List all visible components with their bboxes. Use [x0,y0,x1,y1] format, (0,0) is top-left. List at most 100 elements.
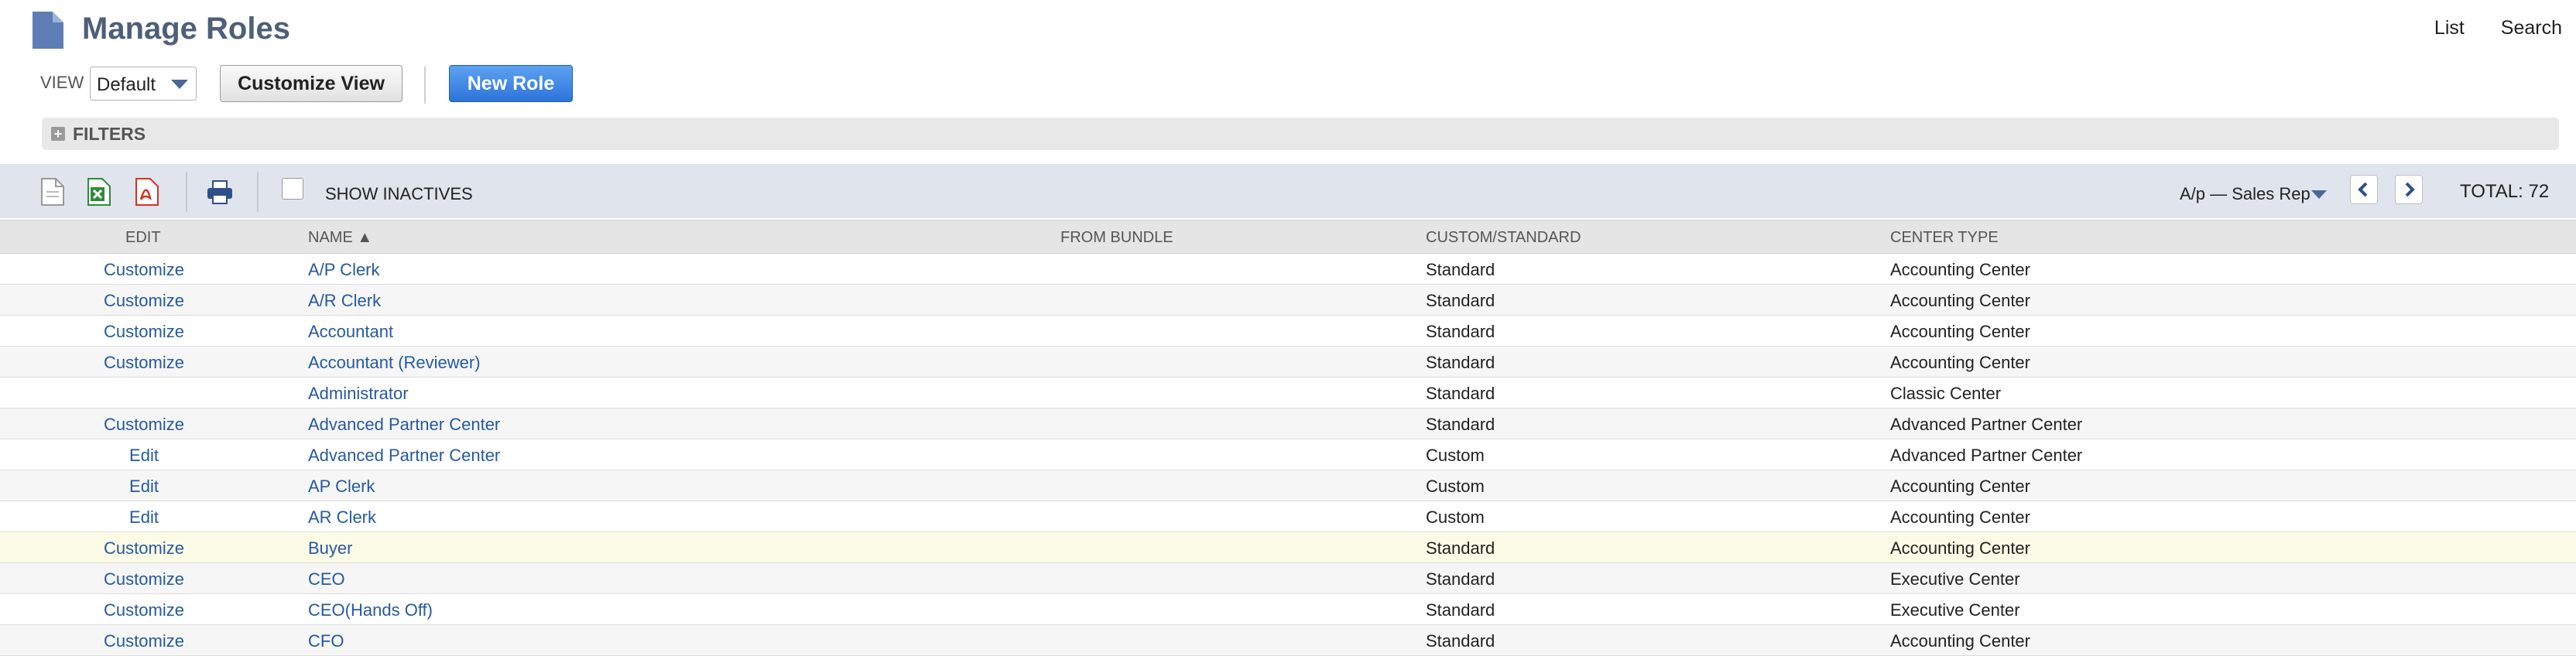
center-type-value: Accounting Center [1890,353,2030,372]
custom-standard-value: Standard [1426,569,1495,589]
custom-standard-value: Standard [1426,415,1495,434]
table-row: Customize CEO(Hands Off) Standard Execut… [0,594,2576,625]
role-name-link[interactable]: Accountant (Reviewer) [308,353,481,373]
chevron-right-icon [2405,182,2415,197]
list-toolbar: SHOW INACTIVES A/p — Sales Rep TOTAL: 72 [0,164,2576,218]
toolbar-divider [257,172,259,212]
table-row: Customize CFO Standard Accounting Center [0,625,2576,656]
custom-standard-value: Standard [1426,353,1495,372]
next-page-button[interactable] [2395,175,2423,204]
new-record-icon[interactable] [40,178,65,206]
edit-link[interactable]: Edit [129,507,159,528]
column-header-custom-standard[interactable]: CUSTOM/STANDARD [1426,229,1581,247]
view-label: VIEW [40,73,84,92]
table-row: Edit Advanced Partner Center Custom Adva… [0,439,2576,470]
edit-link[interactable]: Customize [104,569,184,589]
center-type-value: Accounting Center [1890,507,2030,527]
edit-link[interactable]: Customize [104,631,184,651]
custom-standard-value: Standard [1426,260,1495,279]
new-role-button[interactable]: New Role [449,65,573,102]
column-header-edit: EDIT [125,229,161,246]
role-name-link[interactable]: Accountant [308,322,393,342]
top-links: List Search [2403,17,2562,39]
role-name-link[interactable]: AP Clerk [308,477,375,497]
role-name-link[interactable]: A/P Clerk [308,260,380,280]
center-type-value: Accounting Center [1890,260,2030,279]
custom-standard-value: Standard [1426,322,1495,341]
chevron-left-icon [2358,182,2368,197]
custom-standard-value: Standard [1426,600,1495,620]
total-count: TOTAL: 72 [2460,181,2550,202]
center-type-value: Accounting Center [1890,291,2030,310]
pdf-export-icon[interactable] [135,178,159,206]
center-type-value: Executive Center [1890,600,2020,620]
role-name-link[interactable]: Advanced Partner Center [308,415,500,435]
custom-standard-value: Standard [1426,291,1495,310]
filters-label: FILTERS [73,124,146,144]
table-row: Administrator Standard Classic Center [0,378,2576,408]
center-type-value: Executive Center [1890,569,2020,589]
table-body: Customize A/P Clerk Standard Accounting … [0,254,2576,656]
chevron-down-icon[interactable] [2311,190,2327,199]
customize-view-button[interactable]: Customize View [220,65,402,102]
column-header-name[interactable]: NAME ▲ [308,229,372,247]
table-row: Customize Accountant Standard Accounting… [0,316,2576,347]
prev-page-button[interactable] [2350,175,2378,204]
role-name-link[interactable]: A/R Clerk [308,291,381,311]
table-row: Edit AR Clerk Custom Accounting Center [0,501,2576,532]
document-icon [33,12,63,49]
custom-standard-value: Custom [1426,446,1485,465]
page-title: Manage Roles [82,12,290,46]
title-bar: Manage Roles List Search [0,0,2576,57]
edit-link[interactable]: Customize [104,322,184,342]
edit-link[interactable]: Customize [104,353,184,373]
quick-filter-select[interactable]: A/p — Sales Rep [2180,184,2311,204]
expand-icon[interactable]: + [51,127,65,141]
center-type-value: Accounting Center [1890,538,2030,558]
table-row: Customize CEO Standard Executive Center [0,563,2576,594]
role-name-link[interactable]: Advanced Partner Center [308,446,500,466]
list-link[interactable]: List [2434,17,2465,39]
excel-export-icon[interactable] [87,178,111,206]
table-row: Customize A/P Clerk Standard Accounting … [0,254,2576,285]
edit-link[interactable]: Customize [104,538,184,559]
column-header-center-type[interactable]: CENTER TYPE [1890,229,1999,247]
table-row: Edit AP Clerk Custom Accounting Center [0,470,2576,501]
edit-link[interactable]: Customize [104,291,184,311]
role-name-link[interactable]: CEO(Hands Off) [308,600,433,620]
role-name-link[interactable]: CEO [308,569,345,589]
toolbar-divider [424,67,426,104]
center-type-value: Advanced Partner Center [1890,446,2083,465]
role-name-link[interactable]: Administrator [308,384,409,404]
view-select[interactable]: Default [90,67,197,101]
custom-standard-value: Standard [1426,538,1495,558]
table-row: Customize Advanced Partner Center Standa… [0,408,2576,439]
show-inactives-checkbox[interactable] [282,178,303,200]
edit-link[interactable]: Edit [129,446,159,466]
custom-standard-value: Custom [1426,507,1485,527]
role-name-link[interactable]: AR Clerk [308,507,376,528]
view-select-value: Default [97,74,156,95]
table-row: Customize Accountant (Reviewer) Standard… [0,347,2576,378]
edit-link[interactable]: Edit [129,477,159,497]
print-icon[interactable] [206,178,234,206]
column-header-from-bundle[interactable]: FROM BUNDLE [1060,229,1173,247]
table-row: Customize Buyer Standard Accounting Cent… [0,532,2576,563]
center-type-value: Accounting Center [1890,631,2030,651]
edit-link[interactable]: Customize [104,415,184,435]
search-link[interactable]: Search [2501,17,2562,39]
center-type-value: Advanced Partner Center [1890,415,2083,434]
edit-link[interactable]: Customize [104,600,184,620]
show-inactives-label: SHOW INACTIVES [325,184,473,203]
filters-bar[interactable]: + FILTERS [42,118,2559,150]
edit-link[interactable]: Customize [104,260,184,280]
toolbar-divider [186,172,187,212]
custom-standard-value: Standard [1426,631,1495,651]
center-type-value: Classic Center [1890,384,2002,403]
role-name-link[interactable]: Buyer [308,538,352,559]
center-type-value: Accounting Center [1890,477,2030,496]
custom-standard-value: Standard [1426,384,1495,403]
role-name-link[interactable]: CFO [308,631,344,651]
center-type-value: Accounting Center [1890,322,2030,341]
table-header: EDIT NAME ▲ FROM BUNDLE CUSTOM/STANDARD … [0,220,2576,254]
